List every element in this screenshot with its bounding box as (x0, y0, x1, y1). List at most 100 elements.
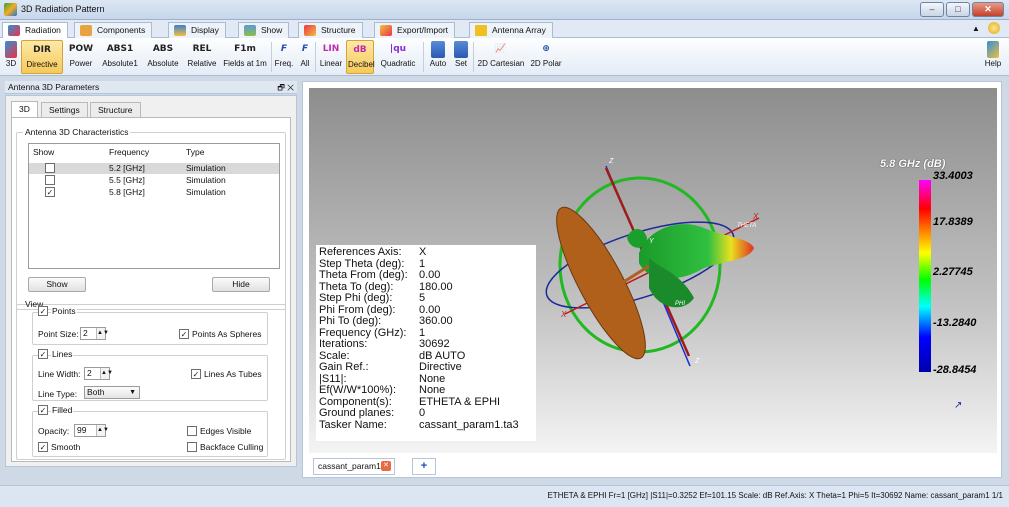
line-width-label: Line Width: (38, 369, 81, 379)
tab-display[interactable]: Display (168, 22, 226, 38)
power-button[interactable]: POW Power (65, 40, 97, 74)
info-key: Step Phi (deg): (319, 292, 393, 304)
close-tab-icon[interactable]: ✕ (381, 461, 391, 471)
fields-at-1m-button[interactable]: F1m Fields at 1m (221, 40, 269, 74)
ribbon-separator (473, 42, 474, 72)
points-as-spheres-checkbox[interactable]: ✓ (179, 329, 189, 339)
panel-float-close-icons[interactable]: 🗗 ✕ (277, 81, 294, 94)
line-type-label: Line Type: (38, 389, 78, 399)
spinner-arrows-icon[interactable]: ▲▼ (96, 328, 109, 339)
help-bulb-icon[interactable] (988, 22, 1000, 34)
all-freq-icon: F (301, 44, 309, 54)
panel-title: Antenna 3D Parameters (8, 82, 100, 92)
minimize-button[interactable]: – (920, 2, 944, 17)
show-checkbox[interactable] (45, 175, 55, 185)
tab-radiation[interactable]: Radiation (2, 22, 68, 39)
info-key: Theta From (deg): (319, 269, 408, 281)
legend-value: 2.27745 (933, 266, 973, 278)
opacity-spinner[interactable]: 99 ▲▼ (74, 424, 109, 437)
relative-button[interactable]: REL Relative (184, 40, 220, 74)
show-button[interactable]: Show (28, 277, 86, 292)
absolute-button[interactable]: ABS Absolute (143, 40, 183, 74)
collapse-ribbon-icon[interactable]: ▲ (972, 24, 980, 33)
z-axis-label-bottom: Z (695, 358, 700, 365)
ribbon-separator (271, 42, 272, 72)
absolute1-button[interactable]: ABS1 Absolute1 (98, 40, 142, 74)
tab-structure[interactable]: Structure (298, 22, 363, 38)
tab-export-import[interactable]: Export/Import (374, 22, 456, 38)
info-value: 360.00 (419, 315, 453, 327)
antenna-array-icon (475, 25, 487, 36)
auto-button[interactable]: Auto (426, 40, 450, 74)
lines-checkbox[interactable]: ✓ (38, 349, 48, 359)
tab-settings[interactable]: Settings (41, 102, 88, 117)
side-lobe (627, 229, 647, 248)
quadratic-button[interactable]: |qu Quadratic (376, 40, 420, 74)
info-row: Phi To (deg): 360.00 (319, 315, 536, 328)
title-bar: 3D Radiation Pattern – □ ✕ (0, 0, 1009, 20)
2d-polar-button[interactable]: ⊕ 2D Polar (528, 40, 564, 74)
relative-icon: REL (192, 44, 212, 54)
parameters-info-box: References Axis: X Step Theta (deg): 1 Theta… (316, 245, 536, 441)
button-label: Power (69, 59, 93, 68)
button-label: Relative (187, 59, 217, 68)
hide-button[interactable]: Hide (212, 277, 270, 292)
maximize-button[interactable]: □ (946, 2, 970, 17)
point-size-label: Point Size: (38, 329, 79, 339)
info-value: None (419, 384, 446, 396)
edges-visible-checkbox[interactable] (187, 426, 197, 436)
decibel-button[interactable]: dB Decibel (346, 40, 375, 74)
show-checkbox[interactable] (45, 163, 55, 173)
backface-culling-checkbox[interactable] (187, 442, 197, 452)
button-label: Fields at 1m (223, 59, 267, 68)
smooth-checkbox[interactable]: ✓ (38, 442, 48, 452)
tab-antenna-array[interactable]: Antenna Array (469, 22, 553, 38)
linear-button[interactable]: LIN Linear (318, 40, 344, 74)
legend-max-value: 33.4003 (933, 170, 973, 182)
line-type-dropdown[interactable]: Both ▼ (84, 386, 140, 399)
spinner-arrows-icon[interactable]: ▲▼ (100, 368, 113, 379)
tab-label: Components (97, 25, 146, 35)
directive-button[interactable]: DIR Directive (21, 40, 63, 74)
tab-components[interactable]: Components (74, 22, 153, 38)
points-checkbox[interactable]: ✓ (38, 306, 48, 316)
filled-checkbox[interactable]: ✓ (38, 405, 48, 415)
show-checkbox[interactable]: ✓ (45, 187, 55, 197)
info-value: Directive (419, 361, 462, 373)
info-row: Step Phi (deg): 5 (319, 292, 536, 305)
tab-structure-panel[interactable]: Structure (90, 102, 141, 117)
button-label: 2D Cartesian (477, 59, 525, 68)
spinner-arrows-icon[interactable]: ▲▼ (96, 425, 109, 436)
3d-button[interactable]: 3D (2, 40, 20, 74)
button-label: Directive (26, 60, 58, 69)
legend-value: 17.8389 (933, 216, 973, 228)
new-tab-button[interactable]: + (412, 458, 436, 475)
button-label: Help (984, 59, 1002, 68)
all-button[interactable]: F All (297, 40, 313, 74)
button-label: Decibel (348, 60, 375, 69)
table-row[interactable]: 5.2 [GHz] Simulation (29, 163, 279, 174)
set-button[interactable]: Set (451, 40, 471, 74)
point-size-spinner[interactable]: 2 ▲▼ (80, 327, 109, 340)
info-key: Phi To (deg): (319, 315, 382, 327)
table-row[interactable]: 5.5 [GHz] Simulation (29, 175, 279, 186)
tab-3d[interactable]: 3D (11, 101, 38, 118)
freq-button[interactable]: F Freq. (273, 40, 295, 74)
absolute-icon: ABS (152, 44, 174, 54)
info-value: 5 (419, 292, 426, 304)
lines-as-tubes-checkbox[interactable]: ✓ (191, 369, 201, 379)
close-button[interactable]: ✕ (972, 2, 1004, 17)
tab-show[interactable]: Show (238, 22, 290, 38)
structure-icon (304, 25, 316, 36)
document-tab-label: cassant_param1 (318, 461, 381, 471)
show-icon (244, 25, 256, 36)
frequency-cell: 5.5 [GHz] (109, 175, 145, 185)
2d-cartesian-button[interactable]: 📈 2D Cartesian (476, 40, 526, 74)
info-key: Ef(W/W*100%): (319, 384, 397, 396)
line-width-spinner[interactable]: 2 ▲▼ (84, 367, 113, 380)
document-tab[interactable]: cassant_param1 ✕ (313, 458, 395, 475)
set-scale-icon (454, 41, 468, 58)
table-row[interactable]: ✓ 5.8 [GHz] Simulation (29, 187, 279, 198)
info-row: Ef(W/W*100%): None (319, 384, 536, 397)
help-button[interactable]: Help (982, 40, 1004, 74)
